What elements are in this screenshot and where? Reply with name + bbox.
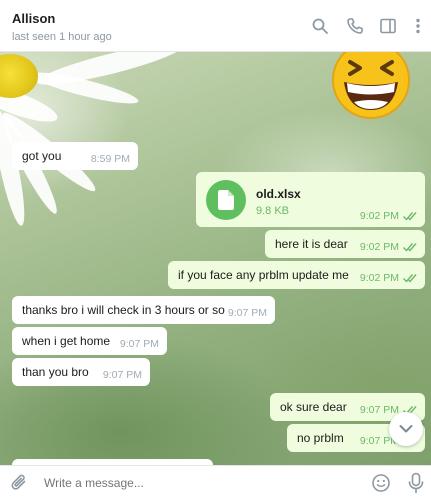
phone-icon[interactable] <box>346 17 364 35</box>
chat-header: Allison last seen 1 hour ago <box>0 0 431 52</box>
file-name[interactable]: old.xlsx <box>256 187 301 201</box>
message-incoming[interactable]: thanks bro i will check in 3 hours or so… <box>12 296 275 324</box>
chevron-down-icon <box>399 425 413 433</box>
message-outgoing-file[interactable]: old.xlsx 9.8 KB 9:02 PM <box>196 172 425 227</box>
file-size: 9.8 KB <box>256 205 290 217</box>
search-icon[interactable] <box>311 17 329 35</box>
laughing-emoji-sticker <box>330 52 412 122</box>
message-outgoing[interactable]: if you face any prblm update me 9:02 PM <box>168 261 425 289</box>
scroll-to-bottom-button[interactable] <box>389 412 423 446</box>
message-time: 9:07 PM <box>119 338 159 350</box>
message-outgoing[interactable]: here it is dear 9:02 PM <box>265 230 425 258</box>
chat-area[interactable]: got you 8:59 PM old.xlsx 9.8 KB 9:02 PM … <box>0 52 431 465</box>
sidebar-toggle-icon[interactable] <box>379 17 397 35</box>
emoji-icon[interactable] <box>371 473 391 493</box>
background-flower <box>0 54 38 98</box>
message-time: 9:02 PM <box>359 272 399 284</box>
message-time: 9:07 PM <box>359 404 399 416</box>
message-text: than you bro <box>22 365 89 379</box>
message-incoming[interactable]: than you bro 9:07 PM <box>12 358 150 386</box>
message-text: if you face any prblm update me <box>178 268 349 282</box>
paperclip-icon[interactable] <box>10 473 30 493</box>
message-text: here it is dear <box>275 237 348 251</box>
message-text: when i get home <box>22 334 111 348</box>
message-time: 9:02 PM <box>359 210 399 222</box>
microphone-icon[interactable] <box>407 472 425 494</box>
contact-status: last seen 1 hour ago <box>12 31 112 43</box>
message-text: got you <box>22 149 62 163</box>
contact-name[interactable]: Allison <box>12 11 55 26</box>
read-ticks-icon <box>403 242 419 252</box>
message-input[interactable] <box>44 476 344 490</box>
message-text: no prblm <box>297 431 344 445</box>
message-incoming[interactable]: when i get home 9:07 PM <box>12 327 167 355</box>
read-ticks-icon <box>403 211 419 221</box>
read-ticks-icon <box>403 273 419 283</box>
more-vertical-icon[interactable] <box>409 17 427 35</box>
message-time: 9:02 PM <box>359 241 399 253</box>
message-time: 9:07 PM <box>102 369 142 381</box>
message-time: 8:59 PM <box>90 153 130 165</box>
message-time: 9:07 PM <box>227 307 267 319</box>
message-text: ok sure dear <box>280 400 347 414</box>
document-icon[interactable] <box>206 180 246 220</box>
message-text: thanks bro i will check in 3 hours or so <box>22 303 225 317</box>
message-incoming[interactable]: got you 8:59 PM <box>12 142 138 170</box>
message-composer <box>0 465 431 500</box>
